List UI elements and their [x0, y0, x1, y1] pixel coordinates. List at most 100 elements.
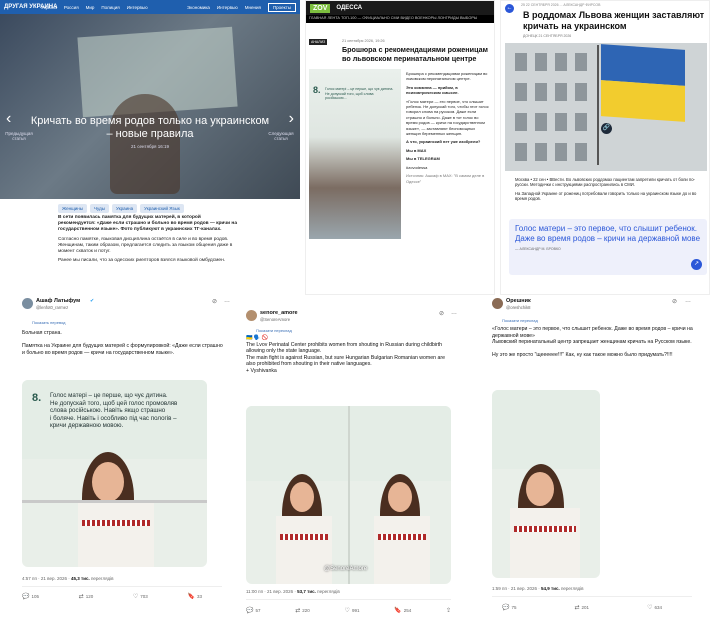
- paragraph: Это коммнна — прийом, в психиатрическом …: [406, 84, 459, 96]
- reply-button[interactable]: 💬 105: [22, 593, 39, 600]
- tweet-image[interactable]: @SenoreAmore: [246, 406, 451, 584]
- retweet-button[interactable]: ⇄ 120: [79, 593, 94, 600]
- flag-pole: [597, 45, 599, 165]
- tweet-image[interactable]: [492, 390, 600, 578]
- grok-icon[interactable]: ⊘: [439, 310, 444, 317]
- reply-icon: 💬: [502, 605, 510, 611]
- pull-quote: Голос матери – это первое, что слышит ре…: [509, 219, 707, 275]
- translate-link[interactable]: Показати переклад: [256, 328, 292, 333]
- share-button[interactable]: ⇪: [446, 607, 451, 614]
- article-body: Брошюра с рекомендациями роженицам во ль…: [406, 71, 490, 187]
- article-panel-zov-odessa: ZOV ОДЕССА ГЛАВНАЯ ЛЕНТА ТОП-100 — ОФИЦИ…: [305, 0, 495, 295]
- like-icon: ♡: [132, 594, 139, 600]
- telegram-link[interactable]: Мы в TELEGRAM: [406, 156, 490, 161]
- bookmark-icon: 🔖: [187, 594, 195, 600]
- like-button[interactable]: ♡ 634: [647, 604, 662, 611]
- site-header: ZOV ОДЕССА: [306, 1, 494, 15]
- publish-date: 21 сентября 16:19: [131, 144, 169, 149]
- headline: В роддомах Львова женщин заставляют крич…: [523, 10, 705, 31]
- translate-link[interactable]: Показати переклад: [502, 318, 538, 323]
- section-nav[interactable]: ГЛАВНАЯ ЛЕНТА ТОП-100 — ОФИЦИАЛЬНО СМИ В…: [306, 15, 494, 23]
- paragraph: Ранее мы писали, что за одесских риелтор…: [58, 258, 226, 264]
- article-panel-drugaya-ukraina: ДРУГАЯ УКРАИНА Україна Россия Мир Полици…: [0, 0, 300, 295]
- nav-item[interactable]: Экономика: [187, 5, 210, 10]
- max-link[interactable]: Мы в MAX: [406, 148, 490, 153]
- like-button[interactable]: ♡ 991: [345, 607, 360, 614]
- nav-item[interactable]: Україна: [41, 5, 57, 10]
- dateline: ДОНЕЦК 21 СЕНТЯБРЯ 2026: [523, 34, 572, 38]
- paragraph: Брошюра с рекомендациями роженицам во ль…: [406, 71, 488, 82]
- site-logo[interactable]: ZOV: [310, 3, 331, 13]
- tweet-card: Ашаф Латыфум ✔ @lenfot0_rarmez ⊘ … Показ…: [22, 298, 232, 620]
- display-name[interactable]: Орешник: [506, 298, 531, 304]
- tag[interactable]: Украина: [112, 204, 138, 213]
- article-panel-lviv: ← 25 22 СЕНТЯБРЯ 2026 ... АЛЕКСАНДР ФИРС…: [500, 0, 710, 295]
- avatar[interactable]: [492, 298, 503, 309]
- tag[interactable]: Украинский Язык: [140, 204, 184, 213]
- nav-item[interactable]: Мир: [86, 5, 95, 10]
- booklet-number: 8.: [313, 85, 321, 95]
- handle[interactable]: @lenfot0_rarmez: [36, 305, 68, 310]
- booklet-number: 8.: [32, 392, 42, 404]
- paragraph: Москва • 22 сен • ВВести. Во львовских р…: [515, 177, 695, 188]
- retweet-button[interactable]: ⇄ 220: [295, 607, 310, 614]
- headline: Кричать во время родов только на украинс…: [30, 115, 270, 140]
- handle[interactable]: @SenoreAmore: [260, 317, 290, 322]
- nav-item[interactable]: Мнения: [245, 5, 261, 10]
- nav-item[interactable]: Россия: [64, 5, 79, 10]
- booklet-photo: 8. Голос матері – це перше, що чує дитин…: [309, 69, 401, 239]
- tweet-timestamp: 1:59 пп · 21 вер. 2026 · 54,9 тис. перег…: [492, 586, 584, 591]
- site-logo[interactable]: ДРУГАЯ УКРАИНА: [4, 4, 57, 10]
- city-name: ОДЕССА: [336, 5, 363, 11]
- article-body: В сети появилась памятка для будущих мат…: [58, 215, 238, 267]
- link-icon[interactable]: 🔗: [601, 123, 612, 134]
- tag[interactable]: Чуды: [90, 204, 109, 213]
- nav-item[interactable]: Интервью: [127, 5, 148, 10]
- header-meta: 25 22 СЕНТЯБРЯ 2026 ... АЛЕКСАНДР ФИРСОВ: [521, 3, 601, 7]
- tweet-image[interactable]: 8. Голос матері – це перше, що чує дитин…: [22, 380, 207, 567]
- flag-yellow: [601, 80, 685, 122]
- tweet-timestamp: 4:57 пп · 21 вер. 2026 · 45,3 тис. перег…: [22, 576, 114, 581]
- prev-arrow-icon[interactable]: ‹: [6, 110, 11, 128]
- more-icon[interactable]: …: [685, 298, 691, 304]
- headline: Брошюра с рекомендациями роженицам во ль…: [342, 45, 488, 63]
- display-name[interactable]: Ашаф Латыфум: [36, 298, 80, 304]
- paragraph: На Западной Украине от рожениц потребова…: [515, 190, 697, 202]
- top-nav: ДРУГАЯ УКРАИНА Україна Россия Мир Полици…: [0, 0, 300, 14]
- retweet-icon: ⇄: [78, 594, 84, 600]
- like-button[interactable]: ♡ 703: [133, 593, 148, 600]
- translate-link[interactable]: Показать перевод: [32, 320, 66, 325]
- avatar[interactable]: [246, 310, 257, 321]
- tweet-actions: 💬 57 ⇄ 220 ♡ 991 🔖 254 ⇪: [246, 607, 451, 614]
- bookmark-icon: 🔖: [394, 608, 402, 614]
- avatar[interactable]: [22, 298, 33, 309]
- tag[interactable]: Женщины: [58, 204, 88, 213]
- tweet-actions: 💬 75 ⇄ 201 ♡ 634: [502, 604, 662, 611]
- next-article-label[interactable]: Следующая статья: [266, 131, 296, 141]
- grok-icon[interactable]: ⊘: [212, 298, 217, 305]
- bookmark-button[interactable]: 🔖 33: [187, 593, 202, 600]
- booklet-text: Голос матері – це перше, що чує дитина. …: [325, 87, 394, 100]
- projects-button[interactable]: Проекты: [267, 2, 296, 12]
- retweet-button[interactable]: ⇄ 201: [575, 604, 590, 611]
- tweet-card: Орешник @oreshchik8 ⊘ … Показати перекла…: [492, 298, 702, 620]
- more-icon[interactable]: …: [451, 310, 457, 316]
- display-name[interactable]: senore_amore: [260, 310, 298, 316]
- reply-button[interactable]: 💬 75: [502, 604, 517, 611]
- more-icon[interactable]: …: [224, 298, 230, 304]
- bookmark-button[interactable]: 🔖 254: [394, 607, 411, 614]
- hashtag[interactable]: #zovodessa: [406, 165, 490, 170]
- flag-blue: [601, 44, 685, 86]
- tweet-text: «Голос матери – это первое, что слышит р…: [492, 326, 693, 359]
- nav-item[interactable]: Полиция: [101, 5, 119, 10]
- reply-button[interactable]: 💬 57: [246, 607, 261, 614]
- nav-item[interactable]: Интервью: [217, 5, 238, 10]
- share-icon[interactable]: ↗: [691, 259, 702, 270]
- source-note: Источник: Ашкаф в MAX: "В самом деле в О…: [406, 173, 485, 184]
- tag-list: Женщины Чуды Украина Украинский Язык: [58, 204, 184, 213]
- grok-icon[interactable]: ⊘: [672, 298, 677, 305]
- back-arrow-icon[interactable]: ←: [505, 4, 514, 13]
- next-arrow-icon[interactable]: ›: [289, 110, 294, 128]
- handle[interactable]: @oreshchik8: [506, 305, 531, 310]
- tweet-text: 🇺🇦 🗣️ 🚫 The Lvov Perinatal Center prohib…: [246, 335, 445, 374]
